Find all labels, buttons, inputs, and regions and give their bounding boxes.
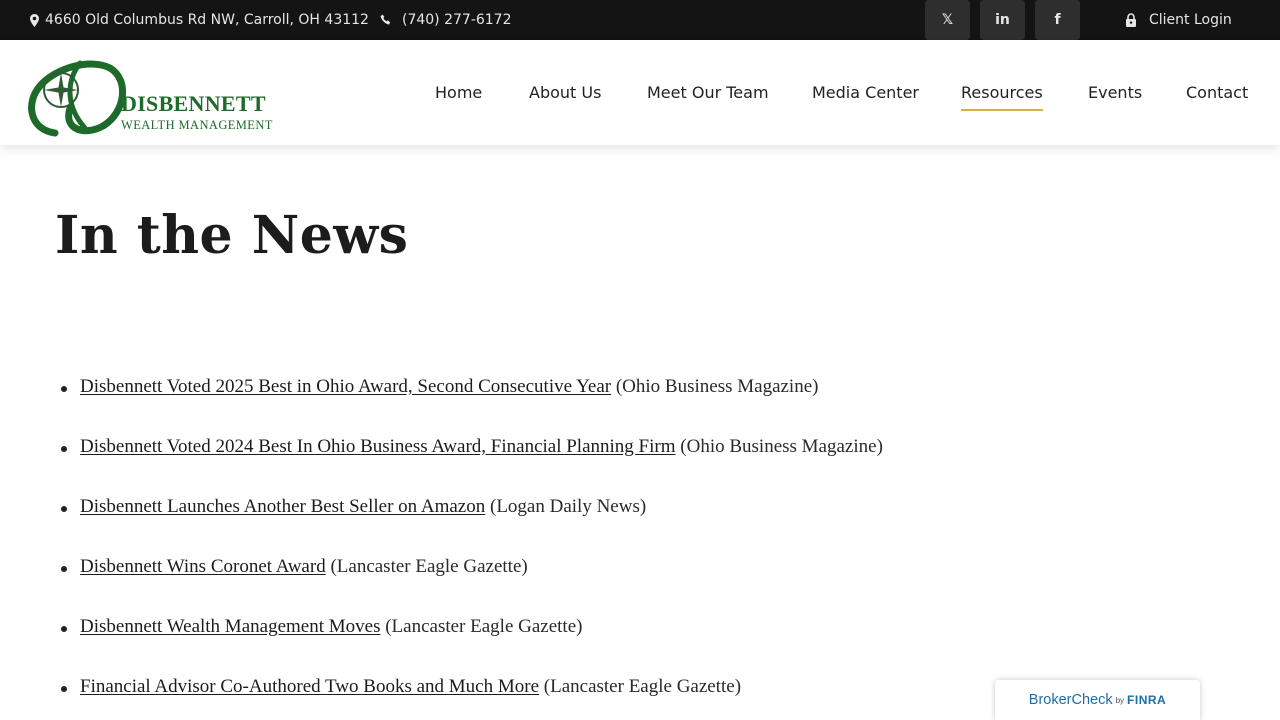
news-source: (Lancaster Eagle Gazette) xyxy=(385,616,583,637)
linkedin-icon: in xyxy=(995,12,1010,28)
x-twitter-icon: 𝕏 xyxy=(941,12,954,28)
news-link[interactable]: Disbennett Launches Another Best Seller … xyxy=(80,496,485,517)
brokercheck-badge[interactable]: BrokerCheck by FINRA xyxy=(995,680,1200,720)
news-item: Disbennett Wealth Management Moves (Lanc… xyxy=(60,616,1160,676)
news-list: Disbennett Voted 2025 Best in Ohio Award… xyxy=(60,376,1160,720)
top-bar: 4660 Old Columbus Rd NW, Carroll, OH 431… xyxy=(0,0,1280,40)
nav-home[interactable]: Home xyxy=(435,83,482,102)
news-link[interactable]: Disbennett Voted 2024 Best In Ohio Busin… xyxy=(80,436,676,457)
news-link[interactable]: Disbennett Wins Coronet Award xyxy=(80,556,326,577)
nav-contact[interactable]: Contact xyxy=(1186,83,1248,102)
nav-events[interactable]: Events xyxy=(1088,83,1142,102)
address: 4660 Old Columbus Rd NW, Carroll, OH 431… xyxy=(30,0,369,40)
address-text: 4660 Old Columbus Rd NW, Carroll, OH 431… xyxy=(45,12,369,28)
page-title: In the News xyxy=(55,205,409,266)
nav-about-us[interactable]: About Us xyxy=(529,83,601,102)
map-pin-icon xyxy=(30,13,39,27)
news-source: (Lancaster Eagle Gazette) xyxy=(330,556,528,577)
news-source: (Logan Daily News) xyxy=(490,496,647,517)
phone-text[interactable]: (740) 277-6172 xyxy=(402,12,512,28)
client-login-label[interactable]: Client Login xyxy=(1149,12,1232,28)
news-link[interactable]: Disbennett Voted 2025 Best in Ohio Award… xyxy=(80,376,611,397)
news-source: (Lancaster Eagle Gazette) xyxy=(543,676,742,697)
lock-icon xyxy=(1126,13,1136,27)
news-item: Disbennett Wins Coronet Award (Lancaster… xyxy=(60,556,1160,616)
news-source: (Ohio Business Magazine) xyxy=(615,376,819,397)
main-nav: Home About Us Meet Our Team Media Center… xyxy=(0,40,1280,145)
nav-resources[interactable]: Resources xyxy=(961,83,1043,111)
news-item: Disbennett Voted 2024 Best In Ohio Busin… xyxy=(60,436,1160,496)
news-item: Disbennett Launches Another Best Seller … xyxy=(60,496,1160,556)
brokercheck-label: BrokerCheck xyxy=(1028,692,1113,708)
finra-label: FINRA xyxy=(1127,693,1167,707)
news-item: Disbennett Voted 2025 Best in Ohio Award… xyxy=(60,376,1160,436)
linkedin-button[interactable]: in xyxy=(980,0,1025,40)
news-link[interactable]: Financial Advisor Co-Authored Two Books … xyxy=(80,676,539,697)
nav-meet-our-team[interactable]: Meet Our Team xyxy=(647,83,769,102)
nav-media-center[interactable]: Media Center xyxy=(812,83,919,102)
facebook-icon: f xyxy=(1054,12,1061,28)
phone[interactable]: (740) 277-6172 xyxy=(380,0,512,40)
brokercheck-by: by xyxy=(1115,695,1125,705)
phone-icon xyxy=(380,14,391,25)
news-source: (Ohio Business Magazine) xyxy=(680,436,883,457)
x-twitter-button[interactable]: 𝕏 xyxy=(925,0,970,40)
facebook-button[interactable]: f xyxy=(1035,0,1080,40)
client-login-link[interactable]: Client Login xyxy=(1125,0,1232,40)
news-link[interactable]: Disbennett Wealth Management Moves xyxy=(80,616,380,637)
